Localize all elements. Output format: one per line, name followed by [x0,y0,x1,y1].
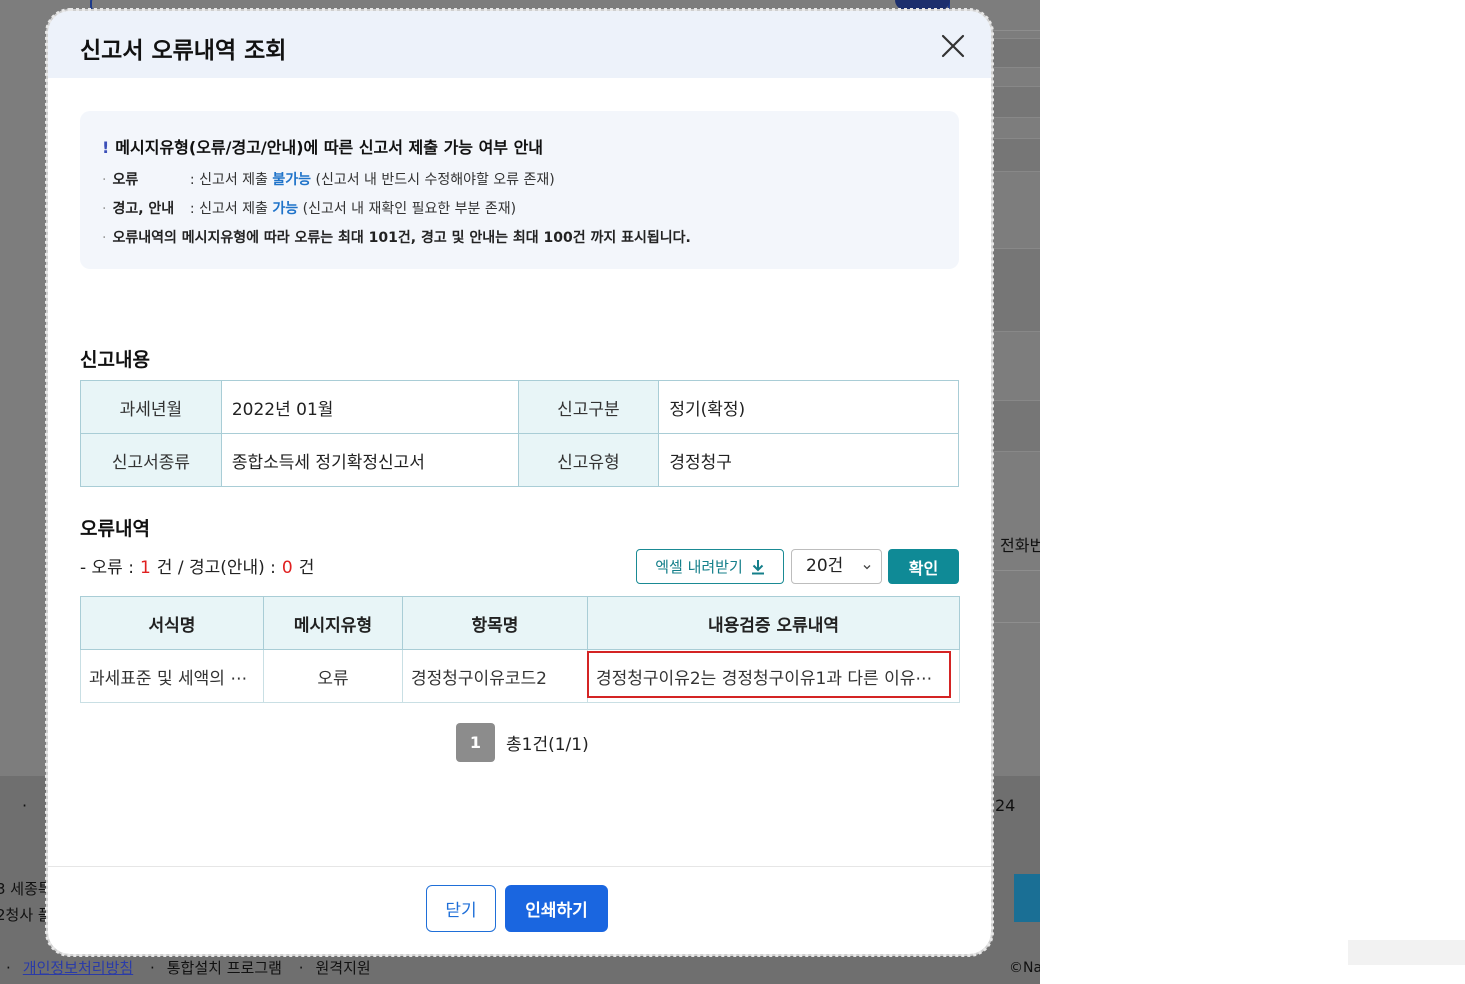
background-phone-label: 전화번 [1000,536,1040,555]
error-count: 1 [139,558,151,578]
form-type-value: 종합소득세 정기확정신고서 [220,433,519,487]
privacy-policy-link[interactable]: 개인정보처리방침 [23,959,133,977]
close-icon[interactable] [940,33,966,59]
report-info-table: 과세년월 2022년 01월 신고구분 정기(확정) 신고서종류 종합소득세 정… [80,380,959,487]
background-row [990,400,1040,452]
empty-patch [1348,940,1465,965]
error-table-header: 서식명 메시지유형 항목명 내용검증 오류내역 [80,596,960,650]
page-button-current[interactable]: 1 [456,723,495,762]
background-row [990,86,1040,118]
background-row [990,248,1040,332]
background-search-button [895,0,950,10]
tax-period-label: 과세년월 [80,380,222,434]
background-row [990,138,1040,172]
exclamation-icon: ! [102,138,110,157]
tax-period-value: 2022년 01월 [220,380,519,434]
background-number: 24 [995,796,1016,815]
table-row[interactable]: 과세표준 및 세액의 ⋯ 오류 경정청구이유코드2 경정청구이유2는 경정청구이… [80,649,960,703]
column-header-error-detail: 내용검증 오류내역 [587,596,960,650]
cell-message-type: 오류 [263,649,403,703]
excel-download-button[interactable]: 엑셀 내려받기 [636,549,784,584]
cell-form-name: 과세표준 및 세액의 ⋯ [80,649,264,703]
background-row [990,38,1040,68]
install-program-link[interactable]: 통합설치 프로그램 [167,959,282,977]
report-category-value: 정기(확정) [658,380,959,434]
pagination-total: 총1건(1/1) [506,735,589,755]
background-address: 2청사 플 [0,906,52,924]
report-type-value: 경정청구 [658,433,959,487]
close-button[interactable]: 닫기 [426,885,496,932]
cell-item-name: 경정청구이유코드2 [402,649,588,703]
column-header-form-name: 서식명 [80,596,264,650]
notice-line-limit: · 오류내역의 메시지유형에 따라 오류는 최대 101건, 경고 및 안내는 최… [102,230,691,246]
background-address: 3 세종특 [0,880,52,898]
chevron-down-icon [863,565,871,570]
print-button[interactable]: 인쇄하기 [505,885,608,932]
remote-support-link[interactable]: 원격지원 [315,959,370,977]
form-type-label: 신고서종류 [80,433,222,487]
report-type-label: 신고유형 [517,433,660,487]
footer-divider [48,866,991,867]
background-logo [1014,874,1040,922]
report-category-label: 신고구분 [517,380,660,434]
modal-header: 신고서 오류내역 조회 [48,11,991,78]
notice-line-warning: · 경고, 안내 : 신고서 제출 가능 (신고서 내 재확인 필요한 부분 존재… [102,201,517,217]
confirm-button[interactable]: 확인 [888,549,959,584]
cell-error-detail[interactable]: 경정청구이유2는 경정청구이유1과 다른 이유⋯ [587,649,960,703]
report-section-title: 신고내용 [80,349,150,371]
error-table: 서식명 메시지유형 항목명 내용검증 오류내역 과세표준 및 세액의 ⋯ 오류 … [80,596,960,703]
background-divider [990,570,1040,571]
errors-section-title: 오류내역 [80,518,150,540]
column-header-message-type: 메시지유형 [263,596,403,650]
notice-box: ! 메시지유형(오류/경고/안내)에 따른 신고서 제출 가능 여부 안내 · 오류… [80,111,959,269]
download-icon [751,559,764,574]
background-footer-links: · 개인정보처리방침 · 통합설치 프로그램 · 원격지원 [6,959,371,977]
background-divider [990,30,1040,31]
background-bullet: · [22,796,28,815]
background-copyright: ©Na [1009,960,1040,976]
error-counts: - 오류 :1건 / 경고(안내) :0건 [80,558,315,578]
column-header-item-name: 항목명 [402,596,588,650]
modal-title: 신고서 오류내역 조회 [80,38,287,64]
notice-line-error: · 오류 : 신고서 제출 불가능 (신고서 내 반드시 수정해야할 오류 존재) [102,172,555,188]
notice-heading: ! 메시지유형(오류/경고/안내)에 따른 신고서 제출 가능 여부 안내 [102,138,544,157]
page-size-select[interactable]: 20건 [791,549,882,584]
warning-count: 0 [281,558,293,578]
error-history-modal: 신고서 오류내역 조회 ! 메시지유형(오류/경고/안내)에 따른 신고서 제출 … [45,8,994,957]
background-divider [990,622,1040,623]
